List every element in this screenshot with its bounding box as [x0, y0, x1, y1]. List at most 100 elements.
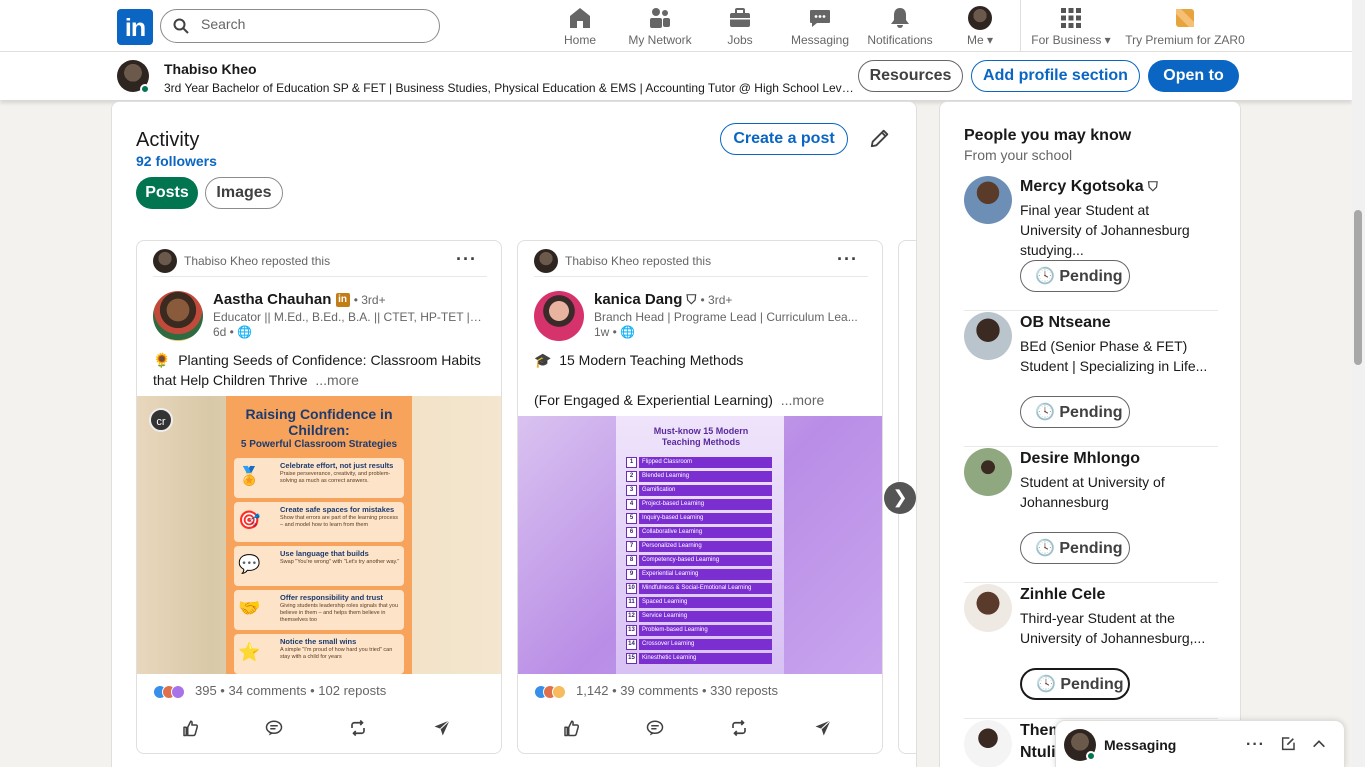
reposter-avatar[interactable] [153, 249, 177, 273]
chevron-right-icon: ❯ [892, 487, 908, 507]
teaching-method-number: 14 [626, 639, 637, 650]
repost-icon[interactable] [730, 719, 748, 737]
infographic-item-text: Giving students leadership roles signals… [280, 603, 399, 623]
teaching-method-number: 12 [626, 611, 637, 622]
post-stats[interactable]: 1,142 • 39 comments • 330 reposts [534, 683, 778, 699]
see-more-link[interactable]: ...more [315, 372, 359, 388]
comment-icon[interactable] [646, 719, 664, 737]
nav-premium[interactable]: Try Premium for ZAR0 [1125, 6, 1245, 48]
person-avatar[interactable] [964, 720, 1012, 767]
pending-button[interactable]: 🕓 Pending [1020, 396, 1130, 428]
more-options-icon[interactable]: ··· [1246, 736, 1265, 754]
like-icon[interactable] [562, 719, 580, 737]
send-icon[interactable] [433, 719, 451, 737]
teaching-method-label: Collaborative Learning [639, 527, 772, 538]
see-more-link[interactable]: ...more [781, 392, 825, 408]
nav-for-business[interactable]: For Business ▾ [1030, 6, 1112, 48]
teaching-method-item: 12 Service Learning [626, 611, 772, 622]
teaching-method-item: 2 Blended Learning [626, 471, 772, 482]
teaching-method-label: Problem-based Learning [639, 625, 772, 636]
messaging-label: Messaging [1104, 737, 1177, 753]
pending-button[interactable]: 🕓 Pending [1020, 260, 1130, 292]
profile-sticky-bar: Thabiso Kheo 3rd Year Bachelor of Educat… [0, 52, 1352, 100]
nav-messaging[interactable]: Messaging [790, 6, 850, 48]
teaching-method-number: 1 [626, 457, 637, 468]
person-name[interactable]: Zinhle Cele [1020, 586, 1105, 604]
comment-icon[interactable] [265, 719, 283, 737]
post-stats[interactable]: 395 • 34 comments • 102 reposts [153, 683, 386, 699]
person-avatar[interactable] [964, 584, 1012, 632]
clock-icon: 🕓 [1035, 540, 1055, 557]
nav-notifications[interactable]: Notifications [865, 6, 935, 48]
edit-pencil-icon[interactable] [869, 127, 891, 149]
author-avatar[interactable] [534, 291, 584, 341]
infographic-subtitle: 5 Powerful Classroom Strategies [240, 439, 398, 450]
more-options-icon[interactable]: ··· [837, 249, 858, 270]
nav-my-network-label: My Network [628, 33, 692, 47]
tab-posts[interactable]: Posts [136, 177, 198, 209]
person-avatar[interactable] [964, 448, 1012, 496]
infographic-item-text: Praise perseverance, creativity, and pro… [280, 471, 391, 484]
nav-me[interactable]: Me ▾ [960, 6, 1000, 48]
repost-text: Thabiso Kheo reposted this [565, 254, 712, 268]
nav-me-label: Me ▾ [966, 33, 994, 47]
teaching-method-label: Crossover Learning [639, 639, 772, 650]
post-image[interactable]: Must-know 15 Modern Teaching Methods 1 Fl… [518, 416, 882, 674]
resources-button[interactable]: Resources [858, 60, 963, 92]
scrollbar-thumb[interactable] [1354, 210, 1362, 365]
infographic: Raising Confidence in Children: 5 Powerf… [226, 396, 412, 674]
repost-icon[interactable] [349, 719, 367, 737]
post-time: 6d • 🌐 [213, 325, 253, 339]
compose-icon[interactable] [1280, 736, 1296, 752]
person-name-line2: Ntuli [1020, 744, 1056, 761]
infographic-item-head: Use language that builds [280, 549, 369, 558]
global-nav: in Home My Network Jobs Messaging Notifi… [0, 0, 1352, 52]
carousel-next-button[interactable]: ❯ [884, 482, 916, 514]
open-to-button[interactable]: Open to [1148, 60, 1239, 92]
reposter-avatar[interactable] [534, 249, 558, 273]
author-avatar[interactable] [153, 291, 203, 341]
person-avatar[interactable] [964, 176, 1012, 224]
tab-images[interactable]: Images [205, 177, 283, 209]
sunflower-icon: 🌻 [153, 352, 171, 368]
author-name[interactable]: Aastha Chauhan in • 3rd+ [213, 291, 386, 308]
infographic-item: 💬 Use language that builds Swap "You're wr… [234, 546, 404, 586]
chevron-up-icon[interactable] [1311, 736, 1327, 752]
nav-my-network[interactable]: My Network [625, 6, 695, 48]
page-scrollbar[interactable] [1352, 0, 1365, 767]
more-options-icon[interactable]: ··· [456, 249, 477, 270]
person-name[interactable]: Desire Mhlongo [1020, 450, 1140, 468]
clock-icon: 🕓 [1035, 268, 1055, 285]
pending-button[interactable]: 🕓 Pending [1020, 668, 1130, 700]
author-name[interactable]: kanica Dang ⛉ • 3rd+ [594, 291, 732, 308]
pending-button[interactable]: 🕓 Pending [1020, 532, 1130, 564]
messaging-overlay[interactable]: Messaging ··· [1055, 720, 1345, 767]
create-post-button[interactable]: Create a post [720, 123, 848, 155]
search-box[interactable] [160, 9, 440, 43]
infographic-item-icon: 🤝 [238, 598, 261, 618]
person-name[interactable]: OB Ntseane [1020, 314, 1111, 332]
send-icon[interactable] [814, 719, 832, 737]
teaching-method-item: 9 Experiential Learning [626, 569, 772, 580]
infographic-item-head: Notice the small wins [280, 637, 357, 646]
nav-jobs[interactable]: Jobs [720, 6, 760, 48]
teaching-method-label: Inquiry-based Learning [639, 513, 772, 524]
author-subtitle: Branch Head | Programe Lead | Curriculum… [594, 310, 858, 324]
person-name[interactable]: Mercy Kgotsoka ⛉ [1020, 178, 1158, 196]
like-icon[interactable] [181, 719, 199, 737]
linkedin-logo[interactable]: in [117, 9, 153, 45]
teaching-method-label: Gamification [639, 485, 772, 496]
post-body: 🌻 Planting Seeds of Confidence: Classroo… [153, 352, 481, 388]
post-image[interactable]: cr Raising Confidence in Children: 5 Pow… [137, 396, 501, 674]
online-status-dot [1086, 751, 1096, 761]
add-profile-section-button[interactable]: Add profile section [971, 60, 1140, 92]
teaching-method-number: 8 [626, 555, 637, 566]
followers-count[interactable]: 92 followers [136, 153, 217, 169]
search-input[interactable] [201, 16, 421, 32]
infographic-item: 🤝 Offer responsibility and trust Giving st… [234, 590, 404, 630]
person-avatar[interactable] [964, 312, 1012, 360]
nav-home[interactable]: Home [560, 6, 600, 48]
graduation-cap-icon: 🎓 [534, 352, 552, 368]
infographic-item-icon: 🎯 [238, 510, 261, 530]
infographic-item-icon: 💬 [238, 554, 261, 574]
